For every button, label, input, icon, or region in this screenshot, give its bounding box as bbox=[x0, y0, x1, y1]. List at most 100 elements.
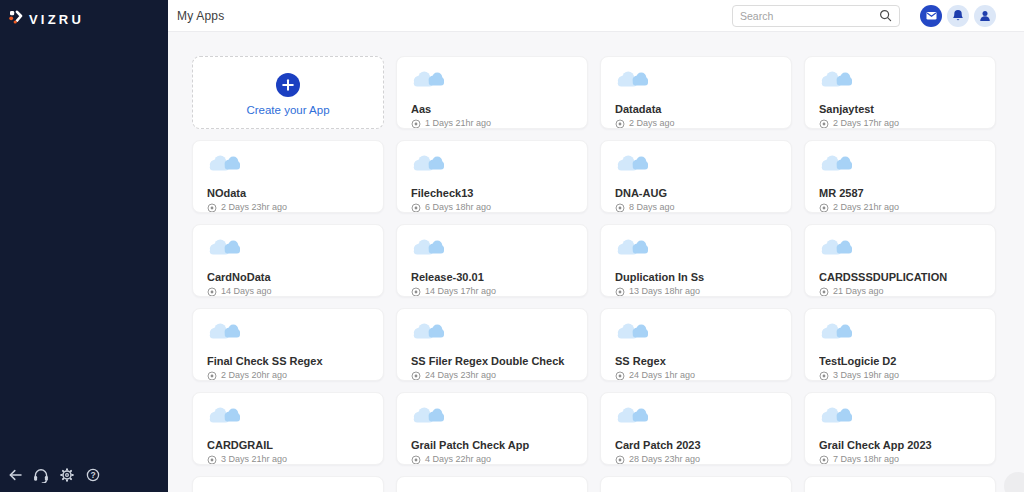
app-card[interactable]: CARDSSSDUPLICATION 21 Days ago bbox=[804, 224, 996, 297]
app-card[interactable]: Sanjaytest 2 Days 17hr ago bbox=[804, 56, 996, 129]
views-icon bbox=[615, 119, 625, 129]
app-updated: 2 Days 21hr ago bbox=[833, 202, 899, 213]
app-card[interactable]: Final Check SS Regex 2 Days 20hr ago bbox=[192, 308, 384, 381]
create-app-card[interactable]: Create your App bbox=[192, 56, 384, 129]
help-icon[interactable]: ? bbox=[85, 467, 101, 483]
app-meta: 1 Days 21hr ago bbox=[411, 118, 573, 129]
app-name: TestLogicie D2 bbox=[819, 355, 981, 368]
app-updated: 2 Days 17hr ago bbox=[833, 118, 899, 129]
views-icon bbox=[411, 455, 421, 465]
messages-button[interactable] bbox=[920, 5, 942, 27]
notifications-button[interactable] bbox=[947, 5, 969, 27]
app-card[interactable]: CardNoData 14 Days ago bbox=[192, 224, 384, 297]
app-meta: 14 Days 17hr ago bbox=[411, 286, 573, 297]
views-icon bbox=[615, 371, 625, 381]
app-updated: 3 Days 21hr ago bbox=[221, 454, 287, 465]
topbar-right bbox=[732, 5, 996, 27]
views-icon bbox=[615, 287, 625, 297]
views-icon bbox=[207, 287, 217, 297]
app-updated: 13 Days 18hr ago bbox=[629, 286, 700, 297]
app-meta: 2 Days 20hr ago bbox=[207, 370, 369, 381]
search-input[interactable] bbox=[740, 10, 879, 22]
search-icon[interactable] bbox=[879, 9, 892, 22]
app-name: Release-30.01 bbox=[411, 271, 573, 284]
app-meta: 2 Days 23hr ago bbox=[207, 202, 369, 213]
app-updated: 4 Days 22hr ago bbox=[425, 454, 491, 465]
topbar-icons bbox=[920, 5, 996, 27]
app-card[interactable]: Datadata 2 Days ago bbox=[600, 56, 792, 129]
cloud-icon bbox=[819, 405, 852, 427]
views-icon bbox=[615, 455, 625, 465]
app-meta: 6 Days 18hr ago bbox=[411, 202, 573, 213]
envelope-icon bbox=[926, 11, 937, 21]
app-card[interactable]: MR 2587 2 Days 21hr ago bbox=[804, 140, 996, 213]
app-meta: 3 Days 19hr ago bbox=[819, 370, 981, 381]
cloud-icon bbox=[615, 237, 648, 259]
logo-text: VIZRU bbox=[29, 12, 84, 27]
app-card[interactable]: TestLogicie D2 3 Days 19hr ago bbox=[804, 308, 996, 381]
cloud-icon bbox=[207, 321, 240, 343]
app-updated: 3 Days 19hr ago bbox=[833, 370, 899, 381]
app-name: Sanjaytest bbox=[819, 103, 981, 116]
app-name: SS Regex bbox=[615, 355, 777, 368]
svg-text:?: ? bbox=[90, 470, 95, 480]
app-meta: 2 Days 21hr ago bbox=[819, 202, 981, 213]
app-card[interactable]: Aas 1 Days 21hr ago bbox=[396, 56, 588, 129]
views-icon bbox=[207, 455, 217, 465]
profile-button[interactable] bbox=[974, 5, 996, 27]
app-name: SS Filer Regex Double Check bbox=[411, 355, 573, 368]
sidebar: VIZRU bbox=[0, 0, 168, 492]
app-updated: 6 Days 18hr ago bbox=[425, 202, 491, 213]
app-updated: 1 Days 21hr ago bbox=[425, 118, 491, 129]
app-card[interactable]: Grail Patch Check App 4 Days 22hr ago bbox=[396, 392, 588, 465]
app-meta: 24 Days 1hr ago bbox=[615, 370, 777, 381]
app-card[interactable]: SS Regex 24 Days 1hr ago bbox=[600, 308, 792, 381]
topbar: My Apps bbox=[168, 0, 1024, 32]
app-name: Card Patch 2023 bbox=[615, 439, 777, 452]
app-card-partial[interactable] bbox=[396, 476, 588, 492]
app-meta: 28 Days 23hr ago bbox=[615, 454, 777, 465]
app-name: Duplication In Ss bbox=[615, 271, 777, 284]
cloud-icon bbox=[411, 237, 444, 259]
app-card-partial[interactable] bbox=[600, 476, 792, 492]
app-card[interactable]: Grail Check App 2023 7 Days 18hr ago bbox=[804, 392, 996, 465]
app-name: MR 2587 bbox=[819, 187, 981, 200]
app-updated: 21 Days ago bbox=[833, 286, 884, 297]
app-card[interactable]: NOdata 2 Days 23hr ago bbox=[192, 140, 384, 213]
app-name: Grail Patch Check App bbox=[411, 439, 573, 452]
app-card-partial[interactable] bbox=[192, 476, 384, 492]
support-headset-icon[interactable] bbox=[33, 467, 49, 483]
app-card[interactable]: Filecheck13 6 Days 18hr ago bbox=[396, 140, 588, 213]
app-meta: 2 Days ago bbox=[615, 118, 777, 129]
app-updated: 14 Days ago bbox=[221, 286, 272, 297]
app-card[interactable]: DNA-AUG 8 Days ago bbox=[600, 140, 792, 213]
app-updated: 8 Days ago bbox=[629, 202, 675, 213]
settings-gear-icon[interactable] bbox=[59, 467, 75, 483]
app-card[interactable]: SS Filer Regex Double Check 24 Days 23hr… bbox=[396, 308, 588, 381]
views-icon bbox=[819, 203, 829, 213]
cloud-icon bbox=[819, 153, 852, 175]
app-name: NOdata bbox=[207, 187, 369, 200]
app-name: CARDSSSDUPLICATION bbox=[819, 271, 981, 284]
app-root: VIZRU bbox=[0, 0, 1024, 492]
app-name: DNA-AUG bbox=[615, 187, 777, 200]
app-updated: 14 Days 17hr ago bbox=[425, 286, 496, 297]
views-icon bbox=[819, 371, 829, 381]
app-card[interactable]: Release-30.01 14 Days 17hr ago bbox=[396, 224, 588, 297]
cloud-icon bbox=[207, 153, 240, 175]
app-card[interactable]: Card Patch 2023 28 Days 23hr ago bbox=[600, 392, 792, 465]
app-meta: 13 Days 18hr ago bbox=[615, 286, 777, 297]
logo: VIZRU bbox=[0, 0, 168, 28]
app-card[interactable]: Duplication In Ss 13 Days 18hr ago bbox=[600, 224, 792, 297]
back-icon[interactable] bbox=[7, 467, 23, 483]
app-name: Grail Check App 2023 bbox=[819, 439, 981, 452]
cloud-icon bbox=[615, 405, 648, 427]
app-card[interactable]: CARDGRAIL 3 Days 21hr ago bbox=[192, 392, 384, 465]
app-meta: 14 Days ago bbox=[207, 286, 369, 297]
app-meta: 21 Days ago bbox=[819, 286, 981, 297]
scroll-top-button[interactable] bbox=[1004, 472, 1024, 492]
app-updated: 28 Days 23hr ago bbox=[629, 454, 700, 465]
app-updated: 2 Days 20hr ago bbox=[221, 370, 287, 381]
app-updated: 2 Days 23hr ago bbox=[221, 202, 287, 213]
app-card-partial[interactable] bbox=[804, 476, 996, 492]
